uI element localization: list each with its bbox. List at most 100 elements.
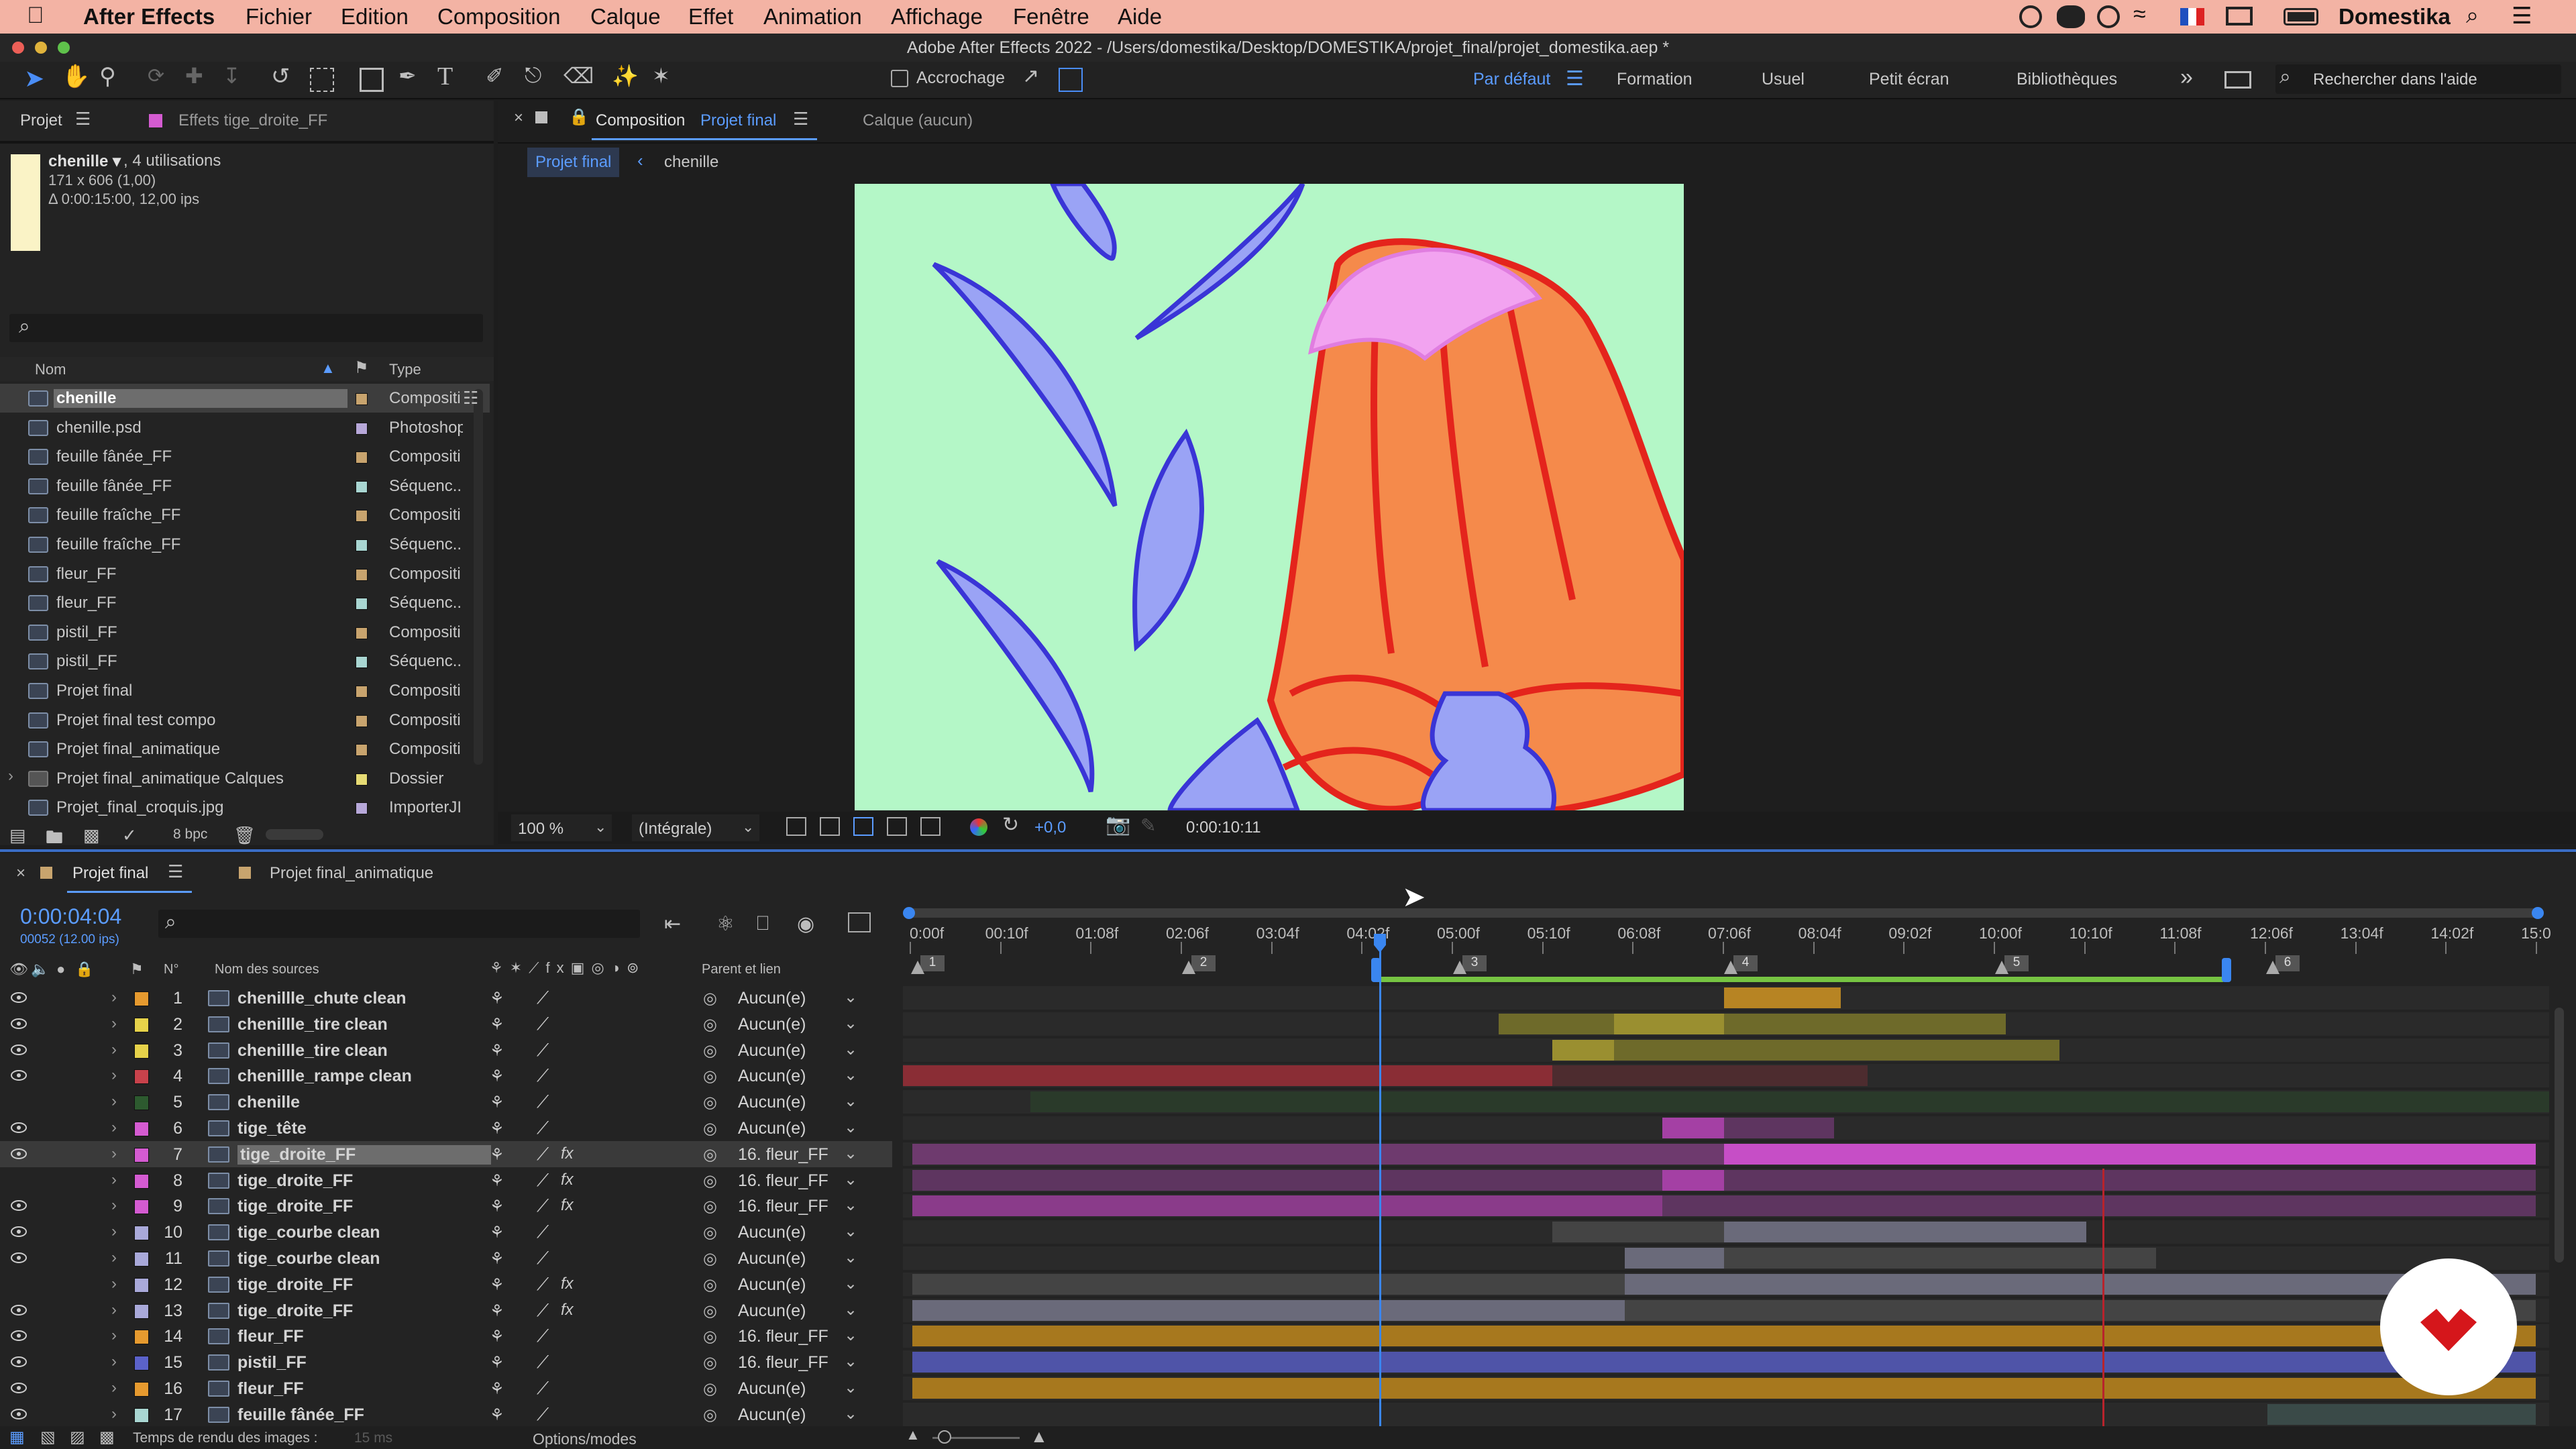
layer-label-color[interactable] [134,1407,149,1423]
parent-select[interactable]: Aucun(e) [738,1041,806,1061]
quality-switch-icon[interactable]: ⟋ [537,1404,549,1426]
toggle-modes-icon[interactable]: ▧ [40,1428,56,1447]
rectangle-tool-icon[interactable] [360,68,384,92]
libraries-icon[interactable] [2224,71,2251,89]
parent-select[interactable]: Aucun(e) [738,1223,806,1242]
project-item[interactable]: feuille fraîche_FF Compositi [0,500,490,529]
column-name[interactable]: Nom [35,361,66,378]
expand-chevron-icon[interactable]: › [111,988,117,1007]
layer-name[interactable]: chenillle_rampe clean [237,1067,412,1086]
layer-duration-bar[interactable] [1552,1039,1614,1061]
effects-switch-icon[interactable]: fx [561,1171,574,1189]
layer-duration-bar[interactable] [912,1195,1662,1217]
new-composition-icon[interactable]: ▩ [83,825,100,846]
tab-effects[interactable]: Effets tige_droite_FF [178,111,327,130]
spotlight-search-icon[interactable]: ⌕ [2466,3,2479,29]
layer-row[interactable]: › 11 tige_courbe clean ⚘ ⟋ ◎ Aucun(e) ⌄ [0,1245,2576,1271]
composition-canvas[interactable] [855,184,1684,810]
parent-select[interactable]: Aucun(e) [738,989,806,1008]
menu-edition[interactable]: Edition [341,4,409,30]
menu-affichage[interactable]: Affichage [891,4,983,30]
reset-exposure-icon[interactable]: ↻ [1002,813,1019,837]
quality-switch-icon[interactable]: ⟋ [537,1378,549,1399]
collapse-transform-switch-icon[interactable]: ⚘ [490,1197,504,1216]
menu-calque[interactable]: Calque [590,4,661,30]
visibility-eye-icon[interactable] [11,991,27,1004]
workspace-petit-ecran[interactable]: Petit écran [1869,70,1949,89]
layer-label-color[interactable] [134,991,149,1006]
expand-chevron-icon[interactable]: › [111,1379,117,1397]
layer-name[interactable]: chenillle_chute clean [237,989,407,1008]
parent-pickwhip-icon[interactable]: ◎ [703,1171,717,1191]
puppet-tool-icon[interactable]: ✶ [652,63,676,88]
comp-tab-menu-icon[interactable]: ☰ [793,109,808,129]
menu-fichier[interactable]: Fichier [246,4,312,30]
effects-switch-icon[interactable]: fx [561,1144,574,1163]
label-color-swatch[interactable] [356,422,368,435]
parent-select[interactable]: 16. fleur_FF [738,1327,828,1346]
effects-switch-icon[interactable]: fx [561,1275,574,1293]
project-hscroll[interactable] [266,829,323,840]
close-window-button[interactable] [12,42,24,54]
airplay-icon[interactable] [2226,7,2253,25]
help-search-box[interactable]: ⌕ Rechercher dans l'aide [2275,64,2561,94]
timeline-vscroll[interactable] [2555,1008,2564,1263]
layer-name[interactable]: tige_droite_FF [237,1197,353,1216]
expand-chevron-icon[interactable]: › [111,1196,117,1215]
quality-switch-icon[interactable]: ⟋ [537,1065,549,1087]
layer-name[interactable]: tige_droite_FF [237,1275,353,1295]
tab-project[interactable]: Projet [20,111,62,130]
layer-label-color[interactable] [134,1303,149,1319]
label-color-swatch[interactable] [356,480,368,493]
layer-duration-bar[interactable] [1724,1169,2536,1191]
label-color-swatch[interactable] [356,510,368,523]
playhead[interactable] [1374,934,1386,1430]
apple-icon[interactable]:  [27,3,44,29]
adjust-project-settings-icon[interactable]: ✓ [122,825,137,846]
parent-pickwhip-icon[interactable]: ◎ [703,1301,717,1321]
menu-app-name[interactable]: After Effects [83,4,215,30]
layer-duration-bar[interactable] [1030,1091,2549,1113]
project-item[interactable]: Projet final test compo Compositi [0,706,490,735]
layer-duration-bar[interactable] [1552,1222,1724,1243]
snap-options-icon[interactable]: ↗ [1022,64,1046,89]
visibility-eye-icon[interactable] [11,1355,27,1368]
parent-select[interactable]: Aucun(e) [738,1119,806,1138]
fast-previews-icon[interactable] [786,817,806,836]
selected-item-name[interactable]: chenille ▾ [48,152,121,171]
layer-duration-bar[interactable] [1552,1065,1868,1087]
snap-grid-icon[interactable] [1059,68,1083,92]
project-item[interactable]: feuille fânée_FF Séquenc... [0,472,490,500]
layer-name[interactable]: chenillle_tire clean [237,1041,388,1061]
project-item[interactable]: fleur_FF Compositi [0,559,490,588]
hand-tool-icon[interactable]: ✋ [62,63,90,89]
layer-row[interactable]: › 8 tige_droite_FF ⚘ ⟋ fx ◎ 16. fleur_FF ⌄ [0,1167,2576,1193]
layer-duration-bar[interactable] [912,1143,1724,1165]
parent-select[interactable]: 16. fleur_FF [738,1353,828,1373]
quality-switch-icon[interactable]: ⟋ [537,1118,549,1139]
layer-duration-bar[interactable] [1724,1143,2536,1165]
project-search-input[interactable]: ⌕ [9,314,483,342]
project-item[interactable]: pistil_FF Compositi [0,618,490,647]
more-workspaces-icon[interactable]: » [2180,64,2193,91]
layer-name[interactable]: chenille [237,1093,300,1112]
parent-select[interactable]: 16. fleur_FF [738,1145,828,1165]
parent-pickwhip-icon[interactable]: ◎ [703,1223,717,1242]
options-modes-button[interactable]: Options/modes [533,1430,637,1448]
layer-duration-bar[interactable] [1662,1195,2536,1217]
pen-tool-icon[interactable]: ✒ [398,63,423,88]
menu-fenetre[interactable]: Fenêtre [1013,4,1089,30]
project-item[interactable]: feuille fânée_FF Compositi [0,442,490,471]
viewer-lock-icon[interactable]: 🔒 [569,107,589,127]
layer-label-color[interactable] [134,1122,149,1136]
resolution-select[interactable]: (Intégrale) ⌄ [632,814,759,841]
bit-depth-label[interactable]: 8 bpc [173,826,207,843]
layer-label-color[interactable] [134,1173,149,1189]
composition-marker[interactable]: 4 [1733,955,1758,971]
composition-marker[interactable]: 1 [920,955,945,971]
menu-composition[interactable]: Composition [437,4,560,30]
collapse-transform-switch-icon[interactable]: ⚘ [490,1041,504,1061]
label-color-swatch[interactable] [356,598,368,610]
roto-brush-tool-icon[interactable]: ✨ [612,63,639,88]
visibility-eye-icon[interactable] [11,1303,27,1317]
